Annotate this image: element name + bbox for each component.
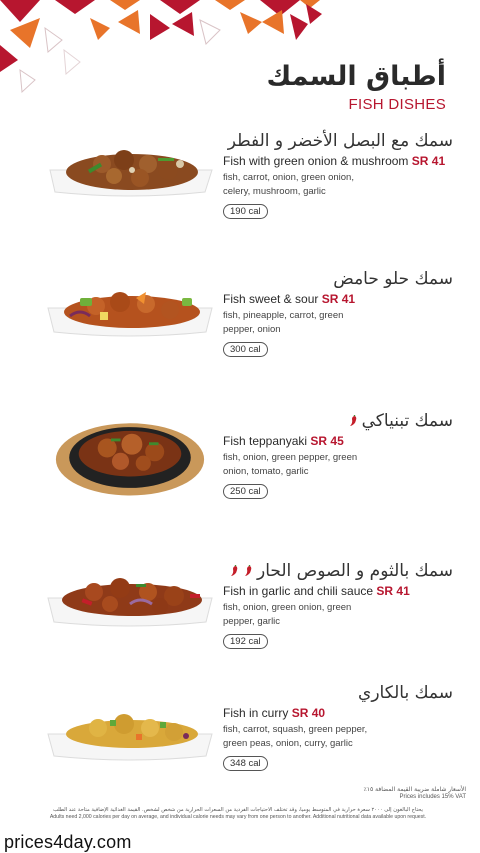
dish-price: SR 40 <box>291 706 326 720</box>
dish-name-arabic: سمك مع البصل الأخضر و الفطر <box>227 131 453 151</box>
dish-photo <box>47 714 213 761</box>
menu-footer: الأسعار شاملة ضريبة القيمة المضافة ١٥٪ P… <box>10 786 466 820</box>
calorie-badge: 192 cal <box>223 634 268 649</box>
dish-name-english: Fish in garlic and chili sauce SR 41 <box>223 584 410 598</box>
dish-photo <box>47 292 213 337</box>
dish-price: SR 41 <box>411 154 446 168</box>
chili-icon <box>245 565 252 576</box>
dish-photo <box>47 578 213 627</box>
dish-ingredients: fish, carrot, squash, green pepper, gree… <box>223 724 368 749</box>
dish-name-arabic: سمك حلو حامض <box>333 269 453 289</box>
dish-photo <box>49 150 213 197</box>
section-title-english: FISH DISHES <box>348 96 446 113</box>
calorie-badge: 250 cal <box>223 484 268 499</box>
calorie-badge: 348 cal <box>223 756 268 771</box>
dish-name-english: Fish sweet & sour SR 41 <box>223 292 356 306</box>
dish-name-arabic: سمك بالكاري <box>358 683 453 703</box>
vat-note-arabic: الأسعار شاملة ضريبة القيمة المضافة ١٥٪ <box>363 786 466 793</box>
dish-price: SR 41 <box>376 584 410 598</box>
dish-name-english: Fish teppanyaki SR 45 <box>223 434 344 448</box>
dish-name-arabic: سمك تبنياكي <box>223 410 453 432</box>
dish-name-english: Fish in curry SR 40 <box>223 706 326 720</box>
calorie-note-english: Adults need 2,000 calories per day on av… <box>49 814 427 820</box>
calorie-badge: 190 cal <box>223 204 268 219</box>
dish-name-arabic: سمك بالثوم و الصوص الحار <box>223 560 453 582</box>
dish-card[interactable]: سمك بالثوم و الصوص الحار Fish in garlic … <box>0 560 480 680</box>
dish-card[interactable]: سمك تبنياكي Fish teppanyaki SR 45 fish, … <box>0 410 480 530</box>
dish-photo <box>55 423 205 496</box>
section-title-arabic: أطباق السمك <box>266 61 447 92</box>
menu-header: أطباق السمك FISH DISHES <box>267 60 447 113</box>
dish-card[interactable]: سمك حلو حامض Fish sweet & sour SR 41 fis… <box>0 268 480 388</box>
dish-ingredients: fish, pineapple, carrot, green pepper, o… <box>223 310 344 335</box>
dish-price: SR 41 <box>321 292 356 306</box>
vat-note-english: Prices includes 15% VAT <box>399 794 466 800</box>
calorie-note-arabic: يحتاج البالغون إلى ٢٠٠٠ سعرة حرارية في ا… <box>53 807 423 813</box>
dish-name-english: Fish with green onion & mushroom SR 41 <box>223 154 446 168</box>
dish-card[interactable]: سمك مع البصل الأخضر و الفطر Fish with gr… <box>0 130 480 250</box>
dish-ingredients: fish, onion, green onion, green pepper, … <box>223 602 352 627</box>
dish-ingredients: fish, onion, green pepper, green onion, … <box>223 452 358 477</box>
chili-icon <box>349 415 356 426</box>
dish-ingredients: fish, carrot, onion, green onion, celery… <box>223 172 354 197</box>
dish-card[interactable]: سمك بالكاري Fish in curry SR 40 fish, ca… <box>0 682 480 802</box>
dish-price: SR 45 <box>310 434 344 448</box>
site-watermark: prices4day.com <box>4 832 132 852</box>
chili-icon <box>231 565 238 576</box>
calorie-badge: 300 cal <box>223 342 268 357</box>
